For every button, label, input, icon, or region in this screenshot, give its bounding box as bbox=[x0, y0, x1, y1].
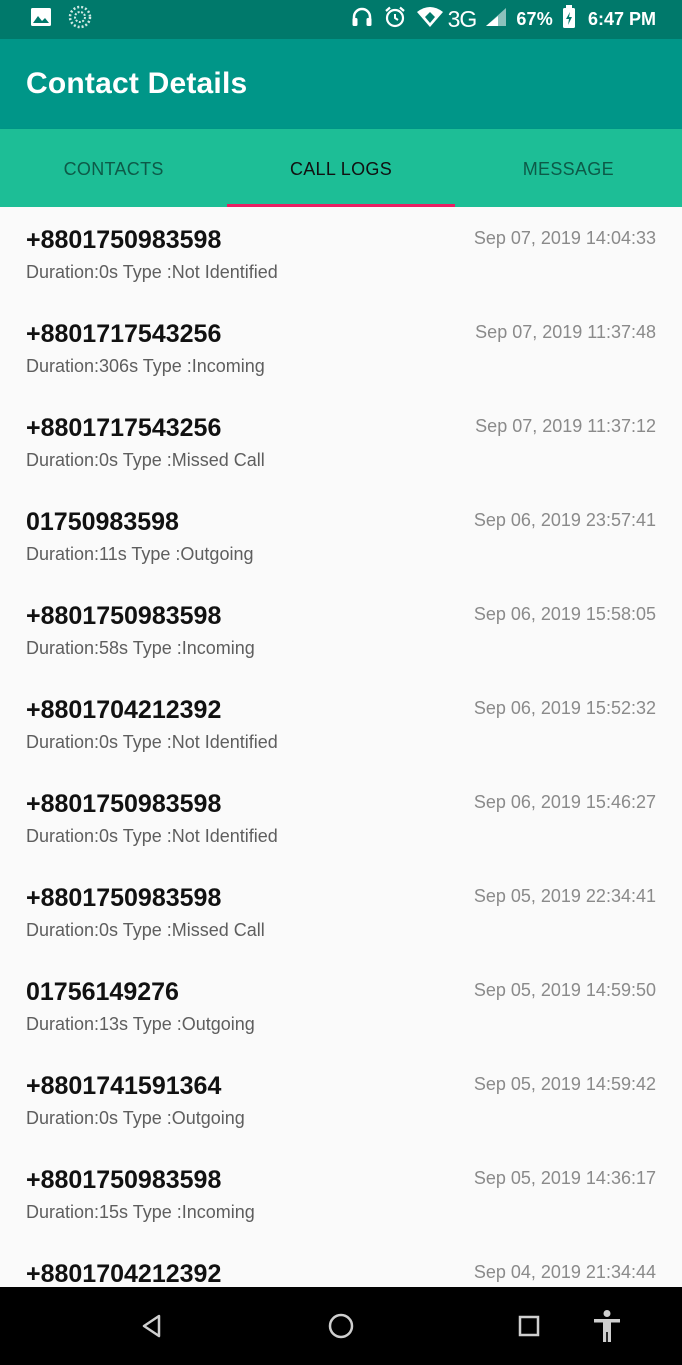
battery-percent: 67% bbox=[516, 9, 553, 29]
call-detail: Duration:306s Type :Incoming bbox=[26, 356, 265, 376]
sync-icon bbox=[68, 5, 92, 34]
tab-contacts[interactable]: CONTACTS bbox=[0, 129, 227, 207]
call-timestamp: Sep 06, 2019 15:46:27 bbox=[473, 792, 656, 812]
call-timestamp: Sep 05, 2019 14:36:17 bbox=[473, 1168, 656, 1188]
accessibility-icon[interactable] bbox=[590, 1309, 624, 1343]
signal-icon bbox=[485, 7, 507, 32]
battery-icon bbox=[562, 5, 576, 34]
phone-number: +8801750983598 bbox=[26, 884, 222, 912]
phone-number: +8801717543256 bbox=[26, 414, 222, 442]
headset-icon bbox=[350, 5, 374, 34]
call-timestamp: Sep 07, 2019 11:37:12 bbox=[475, 416, 656, 436]
network-type: 3G bbox=[447, 6, 478, 32]
status-bar: 3G 67% 6:47 PM bbox=[0, 0, 682, 39]
call-detail: Duration:0s Type :Not Identified bbox=[26, 262, 278, 282]
navigation-bar bbox=[0, 1287, 682, 1365]
page-title: Contact Details bbox=[26, 67, 248, 100]
call-detail: Duration:58s Type :Incoming bbox=[26, 638, 255, 658]
tab-bar: CONTACTS CALL LOGS MESSAGE bbox=[0, 129, 682, 207]
call-log-row[interactable]: +8801750983598 Duration:0s Type :Missed … bbox=[0, 865, 682, 959]
call-detail: Duration:0s Type :Not Identified bbox=[26, 732, 278, 752]
call-detail: Duration:13s Type :Outgoing bbox=[26, 1014, 255, 1034]
call-log-row[interactable]: +8801704212392 Duration:0s Type :Not Ide… bbox=[0, 677, 682, 771]
tab-call-logs[interactable]: CALL LOGS bbox=[227, 129, 455, 207]
call-log-row[interactable]: +8801741591364 Duration:0s Type :Outgoin… bbox=[0, 1053, 682, 1147]
phone-number: +8801750983598 bbox=[26, 1166, 222, 1194]
call-log-row[interactable]: +8801704212392 Sep 04, 2019 21:34:44 bbox=[0, 1241, 682, 1287]
phone-number: 01756149276 bbox=[26, 978, 179, 1006]
call-log-row[interactable]: +8801750983598 Duration:0s Type :Not Ide… bbox=[0, 207, 682, 301]
call-detail: Duration:0s Type :Missed Call bbox=[26, 920, 265, 940]
alarm-icon bbox=[383, 5, 407, 34]
call-timestamp: Sep 05, 2019 14:59:42 bbox=[473, 1074, 656, 1094]
phone-number: +8801741591364 bbox=[26, 1072, 222, 1100]
phone-number: +8801750983598 bbox=[26, 226, 222, 254]
call-log-row[interactable]: +8801750983598 Duration:0s Type :Not Ide… bbox=[0, 771, 682, 865]
call-log-row[interactable]: +8801750983598 Duration:15s Type :Incomi… bbox=[0, 1147, 682, 1241]
tab-message[interactable]: MESSAGE bbox=[455, 129, 682, 207]
call-timestamp: Sep 06, 2019 23:57:41 bbox=[473, 510, 656, 530]
call-timestamp: Sep 06, 2019 15:58:05 bbox=[473, 604, 656, 624]
clock: 6:47 PM bbox=[587, 9, 656, 29]
phone-number: +8801717543256 bbox=[26, 320, 222, 348]
call-detail: Duration:0s Type :Not Identified bbox=[26, 826, 278, 846]
home-icon[interactable] bbox=[324, 1309, 358, 1343]
call-timestamp: Sep 05, 2019 22:34:41 bbox=[473, 886, 656, 906]
call-log-row[interactable]: +8801717543256 Duration:306s Type :Incom… bbox=[0, 301, 682, 395]
image-icon bbox=[30, 7, 52, 32]
call-detail: Duration:0s Type :Outgoing bbox=[26, 1108, 245, 1128]
app-bar: Contact Details bbox=[0, 39, 682, 129]
call-log-row[interactable]: 01750983598 Duration:11s Type :Outgoing … bbox=[0, 489, 682, 583]
phone-number: +8801704212392 bbox=[26, 696, 222, 724]
recents-icon[interactable] bbox=[512, 1309, 546, 1343]
call-detail: Duration:0s Type :Missed Call bbox=[26, 450, 265, 470]
call-timestamp: Sep 06, 2019 15:52:32 bbox=[473, 698, 656, 718]
phone-number: +8801750983598 bbox=[26, 602, 222, 630]
phone-number: +8801704212392 bbox=[26, 1260, 222, 1287]
back-icon[interactable] bbox=[135, 1309, 169, 1343]
call-timestamp: Sep 07, 2019 14:04:33 bbox=[473, 228, 656, 248]
phone-number: 01750983598 bbox=[26, 508, 179, 536]
call-log-row[interactable]: +8801717543256 Duration:0s Type :Missed … bbox=[0, 395, 682, 489]
phone-number: +8801750983598 bbox=[26, 790, 222, 818]
call-timestamp: Sep 05, 2019 14:59:50 bbox=[473, 980, 656, 1000]
call-timestamp: Sep 04, 2019 21:34:44 bbox=[473, 1262, 656, 1282]
call-detail: Duration:15s Type :Incoming bbox=[26, 1202, 255, 1222]
call-log-row[interactable]: 01756149276 Duration:13s Type :Outgoing … bbox=[0, 959, 682, 1053]
call-log-list[interactable]: +8801750983598 Duration:0s Type :Not Ide… bbox=[0, 207, 682, 1287]
call-log-row[interactable]: +8801750983598 Duration:58s Type :Incomi… bbox=[0, 583, 682, 677]
call-detail: Duration:11s Type :Outgoing bbox=[26, 544, 254, 564]
call-timestamp: Sep 07, 2019 11:37:48 bbox=[475, 322, 656, 342]
wifi-icon bbox=[416, 6, 444, 33]
